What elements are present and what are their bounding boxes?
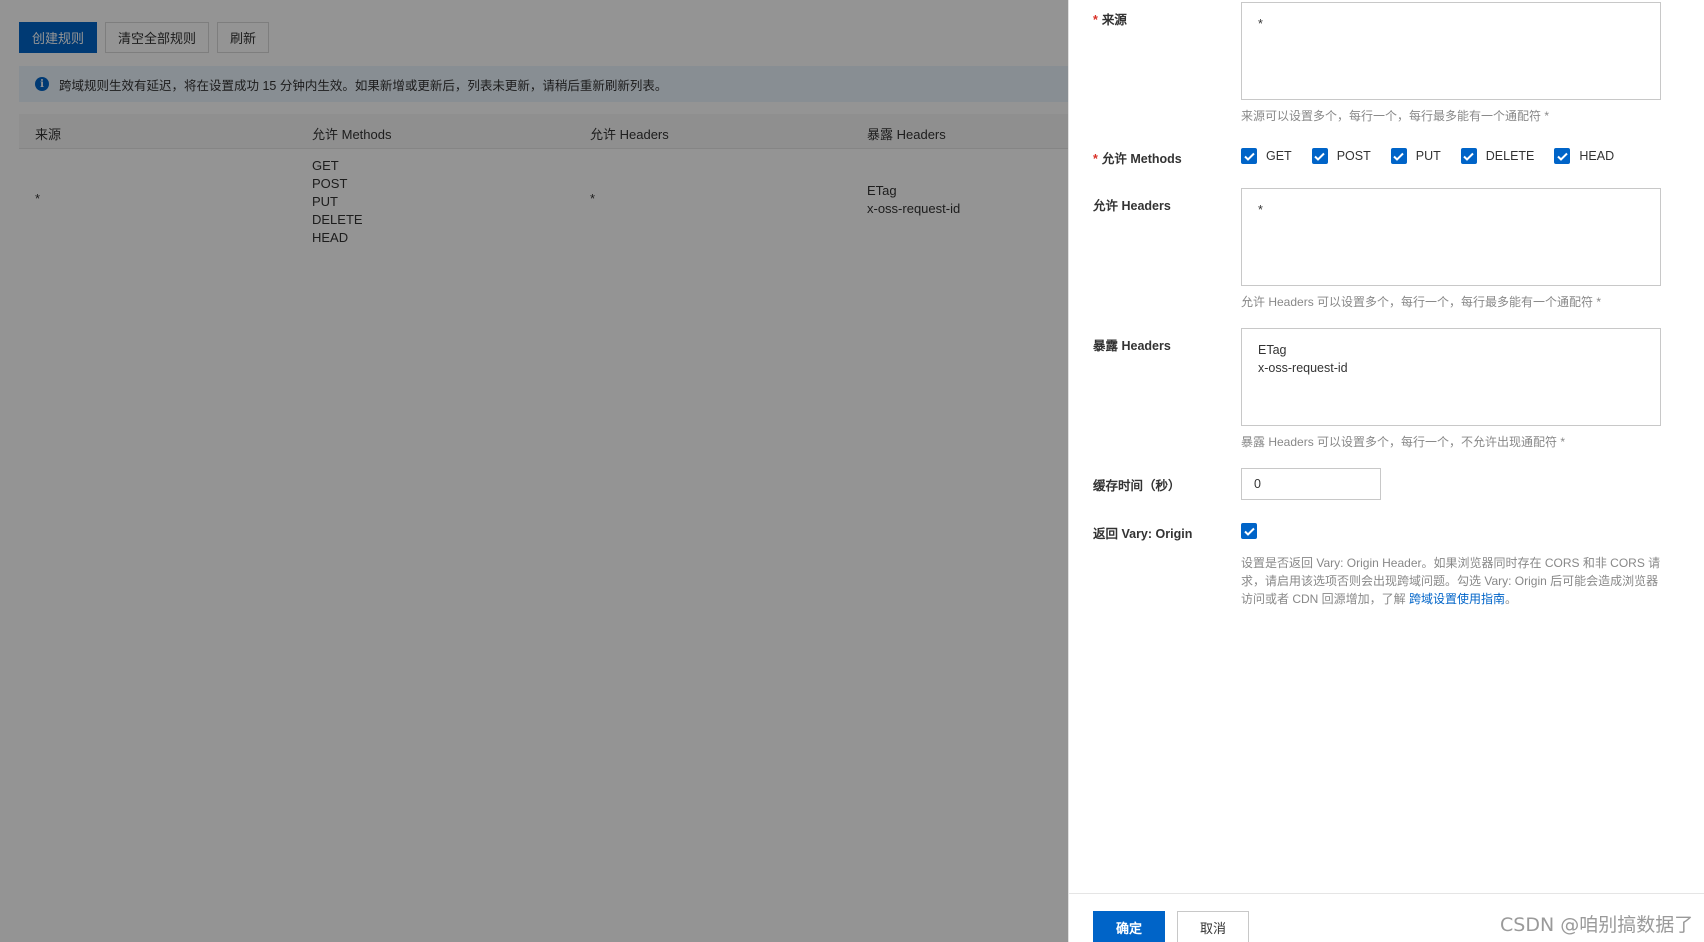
origin-hint: 来源可以设置多个，每行一个，每行最多能有一个通配符 * xyxy=(1241,109,1550,123)
cors-guide-link[interactable]: 跨域设置使用指南 xyxy=(1409,592,1505,606)
expose-headers-hint: 暴露 Headers 可以设置多个，每行一个，不允许出现通配符 * xyxy=(1241,435,1566,449)
cache-time-input[interactable]: 0 xyxy=(1241,468,1381,500)
allow-headers-label: 允许 Headers xyxy=(1093,199,1171,213)
check-icon[interactable] xyxy=(1311,148,1328,164)
origin-textarea[interactable]: * xyxy=(1241,2,1661,100)
check-icon[interactable] xyxy=(1390,148,1407,164)
vary-origin-label: 返回 Vary: Origin xyxy=(1093,527,1193,541)
confirm-button[interactable]: 确定 xyxy=(1093,911,1165,942)
check-icon[interactable] xyxy=(1241,148,1257,164)
methods-label: * 允许 Methods xyxy=(1093,152,1182,166)
cancel-button[interactable]: 取消 xyxy=(1177,911,1249,942)
cache-time-label: 缓存时间（秒） xyxy=(1093,479,1181,493)
check-icon[interactable] xyxy=(1554,148,1571,164)
allow-headers-textarea[interactable]: * xyxy=(1241,188,1661,286)
required-mark: * xyxy=(1093,152,1098,166)
cors-rule-drawer: * 来源 * 来源可以设置多个，每行一个，每行最多能有一个通配符 * * 允许 Me… xyxy=(1068,0,1704,942)
check-icon xyxy=(1243,527,1255,536)
required-mark: * xyxy=(1093,13,1098,27)
vary-origin-hint: 设置是否返回 Vary: Origin Header。如果浏览器同时存在 COR… xyxy=(1241,556,1661,606)
method-head-checkbox[interactable]: HEAD xyxy=(1554,148,1614,164)
expose-headers-textarea[interactable]: ETag x-oss-request-id xyxy=(1241,328,1661,426)
method-delete-checkbox[interactable]: DELETE xyxy=(1460,148,1534,164)
origin-label: * 来源 xyxy=(1093,13,1127,27)
method-get-checkbox[interactable]: GET xyxy=(1241,148,1292,164)
methods-checkbox-group: GET POST PUT DELETE HEAD xyxy=(1241,148,1614,164)
check-icon[interactable] xyxy=(1460,148,1477,164)
modal-mask[interactable] xyxy=(0,0,1068,942)
vary-origin-checkbox[interactable] xyxy=(1241,523,1257,539)
watermark: CSDN @咱别搞数据了 xyxy=(1500,914,1694,936)
method-post-checkbox[interactable]: POST xyxy=(1311,148,1371,164)
method-put-checkbox[interactable]: PUT xyxy=(1390,148,1441,164)
allow-headers-hint: 允许 Headers 可以设置多个，每行一个，每行最多能有一个通配符 * xyxy=(1241,295,1602,309)
expose-headers-label: 暴露 Headers xyxy=(1093,339,1171,353)
